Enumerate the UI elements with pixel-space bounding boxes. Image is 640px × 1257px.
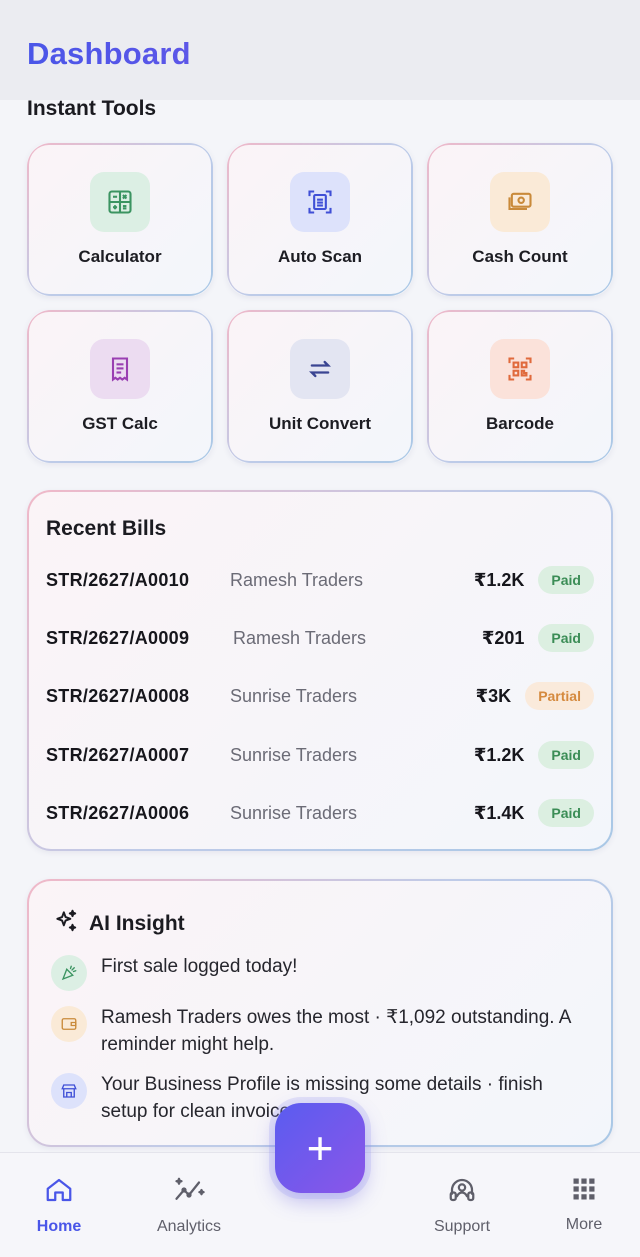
- bill-party: Sunrise Traders: [230, 802, 358, 823]
- ai-insight-header: AI Insight: [53, 908, 185, 939]
- status-badge: Paid: [538, 624, 594, 652]
- bill-id: STR/2627/A0008: [46, 685, 190, 706]
- qr-code-icon: [490, 339, 550, 399]
- status-badge: Paid: [538, 799, 594, 827]
- instant-tools-grid: Calculator Auto Scan Cash Count GST Calc…: [27, 143, 613, 463]
- bill-party: Sunrise Traders: [230, 685, 358, 706]
- analytics-icon: [172, 1175, 206, 1210]
- insight-item: Ramesh Traders owes the most · ₹1,092 ou…: [51, 1004, 571, 1058]
- bill-amount: ₹3K: [475, 685, 512, 706]
- nav-label: Home: [36, 1218, 82, 1235]
- status-badge: Paid: [538, 566, 594, 594]
- headset-icon: [447, 1175, 477, 1210]
- sparkle-icon: [53, 908, 79, 939]
- bill-party: Ramesh Traders: [230, 569, 364, 590]
- nav-more[interactable]: More: [524, 1175, 640, 1234]
- instant-tools-title: Instant Tools: [27, 97, 157, 120]
- tool-label: Barcode: [485, 414, 555, 433]
- scan-icon: [290, 172, 350, 232]
- status-badge: Partial: [525, 682, 594, 710]
- tool-calculator[interactable]: Calculator: [27, 143, 213, 296]
- bill-row[interactable]: STR/2627/A0008 Sunrise Traders ₹3K Parti…: [46, 679, 594, 713]
- tool-cash-count[interactable]: Cash Count: [427, 143, 613, 296]
- status-badge: Paid: [538, 741, 594, 769]
- tool-label: Calculator: [78, 247, 162, 266]
- bill-id: STR/2627/A0010: [46, 569, 190, 590]
- nav-analytics[interactable]: Analytics: [129, 1175, 249, 1236]
- bill-row[interactable]: STR/2627/A0010 Ramesh Traders ₹1.2K Paid: [46, 563, 594, 597]
- bill-row[interactable]: STR/2627/A0006 Sunrise Traders ₹1.4K Pai…: [46, 796, 594, 830]
- cash-icon: [490, 172, 550, 232]
- bill-amount: ₹1.2K: [473, 744, 525, 765]
- recent-bills-title: Recent Bills: [46, 517, 167, 540]
- insight-item: First sale logged today!: [51, 953, 571, 991]
- bill-id: STR/2627/A0006: [46, 802, 190, 823]
- tool-label: Cash Count: [472, 247, 568, 266]
- app-header: Dashboard: [0, 0, 640, 100]
- tool-barcode[interactable]: Barcode: [427, 310, 613, 463]
- home-icon: [44, 1175, 74, 1210]
- tool-label: Auto Scan: [277, 247, 363, 266]
- tool-label: GST Calc: [82, 414, 158, 433]
- tool-label: Unit Convert: [269, 414, 371, 433]
- bill-amount: ₹1.4K: [473, 802, 525, 823]
- bill-amount: ₹1.2K: [473, 569, 525, 590]
- tool-gst-calc[interactable]: GST Calc: [27, 310, 213, 463]
- bill-id: STR/2627/A0007: [46, 744, 190, 765]
- nav-label: More: [565, 1216, 603, 1233]
- wallet-icon: [51, 1006, 87, 1042]
- tool-unit-convert[interactable]: Unit Convert: [227, 310, 413, 463]
- page-title: Dashboard: [27, 36, 613, 72]
- swap-icon: [290, 339, 350, 399]
- tool-auto-scan[interactable]: Auto Scan: [227, 143, 413, 296]
- bill-amount: ₹201: [481, 627, 525, 648]
- insight-text: First sale logged today!: [101, 956, 298, 977]
- ai-insight-title: AI Insight: [89, 911, 185, 935]
- bill-party: Ramesh Traders: [233, 627, 367, 648]
- nav-label: Support: [433, 1218, 491, 1235]
- calculator-icon: [90, 172, 150, 232]
- party-popper-icon: [51, 955, 87, 991]
- bill-party: Sunrise Traders: [230, 744, 358, 765]
- nav-support[interactable]: Support: [402, 1175, 522, 1236]
- receipt-icon: [90, 339, 150, 399]
- store-icon: [51, 1073, 87, 1109]
- bill-row[interactable]: STR/2627/A0007 Sunrise Traders ₹1.2K Pai…: [46, 738, 594, 772]
- insight-text: Ramesh Traders owes the most · ₹1,092 ou…: [101, 1007, 571, 1055]
- nav-home[interactable]: Home: [0, 1175, 119, 1236]
- add-fab-button[interactable]: +: [275, 1103, 365, 1193]
- bill-row[interactable]: STR/2627/A0009 Ramesh Traders ₹201 Paid: [46, 621, 594, 655]
- bill-id: STR/2627/A0009: [46, 627, 190, 648]
- grid-icon: [570, 1175, 598, 1208]
- nav-label: Analytics: [156, 1218, 222, 1235]
- recent-bills-card: Recent Bills STR/2627/A0010 Ramesh Trade…: [27, 490, 613, 851]
